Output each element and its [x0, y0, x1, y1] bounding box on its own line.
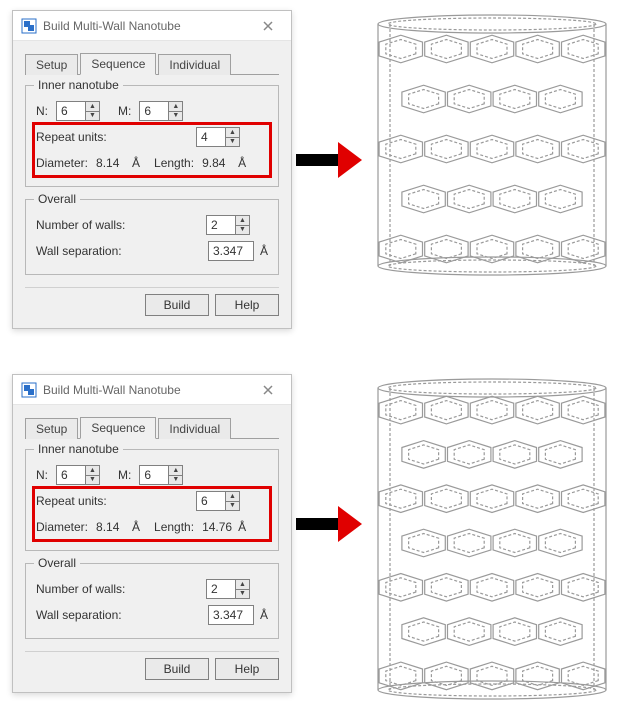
tabstrip: Setup Sequence Individual — [25, 51, 279, 75]
n-input[interactable]: 6 ▲▼ — [56, 465, 100, 485]
app-icon — [21, 382, 37, 398]
tab-individual[interactable]: Individual — [158, 418, 231, 439]
m-label: M: — [118, 104, 131, 118]
arrow-icon — [296, 140, 362, 180]
tab-sequence[interactable]: Sequence — [80, 53, 156, 75]
sep-label: Wall separation: — [36, 608, 122, 622]
n-label: N: — [36, 104, 48, 118]
length-label: Length: — [154, 156, 194, 170]
tab-individual[interactable]: Individual — [158, 54, 231, 75]
length-value: 14.76 — [202, 520, 238, 534]
build-nanotube-dialog: Build Multi-Wall Nanotube Setup Sequence… — [12, 10, 292, 329]
inner-legend: Inner nanotube — [34, 442, 123, 456]
diameter-value: 8.14 — [96, 520, 132, 534]
build-button[interactable]: Build — [145, 658, 209, 680]
spinner-arrows-icon[interactable]: ▲▼ — [85, 102, 99, 120]
tab-setup[interactable]: Setup — [25, 418, 78, 439]
nanotube-preview — [368, 10, 616, 280]
tabstrip: Setup Sequence Individual — [25, 415, 279, 439]
m-input[interactable]: 6 ▲▼ — [139, 101, 183, 121]
overall-group: Overall Number of walls: 2 ▲▼ Wall separ… — [25, 563, 279, 639]
unit: Å — [238, 520, 246, 534]
overall-legend: Overall — [34, 556, 80, 570]
overall-legend: Overall — [34, 192, 80, 206]
spinner-arrows-icon[interactable]: ▲▼ — [235, 580, 249, 598]
help-button[interactable]: Help — [215, 294, 279, 316]
n-label: N: — [36, 468, 48, 482]
spinner-arrows-icon[interactable]: ▲▼ — [225, 128, 239, 146]
spinner-arrows-icon[interactable]: ▲▼ — [235, 216, 249, 234]
spinner-arrows-icon[interactable]: ▲▼ — [168, 102, 182, 120]
repeat-input[interactable]: 6 ▲▼ — [196, 491, 240, 511]
unit: Å — [132, 520, 140, 534]
overall-group: Overall Number of walls: 2 ▲▼ Wall separ… — [25, 199, 279, 275]
repeat-label: Repeat units: — [36, 130, 107, 144]
nanotube-preview — [368, 374, 616, 704]
spinner-arrows-icon[interactable]: ▲▼ — [85, 466, 99, 484]
repeat-label: Repeat units: — [36, 494, 107, 508]
separation-input[interactable]: 3.347 — [208, 605, 254, 625]
walls-label: Number of walls: — [36, 218, 125, 232]
tab-sequence[interactable]: Sequence — [80, 417, 156, 439]
titlebar[interactable]: Build Multi-Wall Nanotube — [13, 11, 291, 41]
m-label: M: — [118, 468, 131, 482]
diameter-label: Diameter: — [36, 520, 88, 534]
walls-input[interactable]: 2 ▲▼ — [206, 579, 250, 599]
dialog-title: Build Multi-Wall Nanotube — [43, 19, 253, 33]
help-button[interactable]: Help — [215, 658, 279, 680]
walls-label: Number of walls: — [36, 582, 125, 596]
tab-setup[interactable]: Setup — [25, 54, 78, 75]
unit: Å — [132, 156, 140, 170]
inner-nanotube-group: Inner nanotube N: 6 ▲▼ M: 6 ▲▼ — [25, 449, 279, 551]
diameter-value: 8.14 — [96, 156, 132, 170]
inner-nanotube-group: Inner nanotube N: 6 ▲▼ M: 6 ▲▼ — [25, 85, 279, 187]
dialog-title: Build Multi-Wall Nanotube — [43, 383, 253, 397]
m-input[interactable]: 6 ▲▼ — [139, 465, 183, 485]
close-button[interactable] — [253, 375, 283, 405]
n-input[interactable]: 6 ▲▼ — [56, 101, 100, 121]
walls-input[interactable]: 2 ▲▼ — [206, 215, 250, 235]
build-nanotube-dialog: Build Multi-Wall Nanotube Setup Sequence… — [12, 374, 292, 693]
build-button[interactable]: Build — [145, 294, 209, 316]
app-icon — [21, 18, 37, 34]
sep-label: Wall separation: — [36, 244, 122, 258]
unit: Å — [260, 608, 268, 622]
repeat-input[interactable]: 4 ▲▼ — [196, 127, 240, 147]
unit: Å — [260, 244, 268, 258]
inner-legend: Inner nanotube — [34, 78, 123, 92]
close-button[interactable] — [253, 11, 283, 41]
unit: Å — [238, 156, 246, 170]
arrow-icon — [296, 504, 362, 544]
length-label: Length: — [154, 520, 194, 534]
diameter-label: Diameter: — [36, 156, 88, 170]
separation-input[interactable]: 3.347 — [208, 241, 254, 261]
spinner-arrows-icon[interactable]: ▲▼ — [225, 492, 239, 510]
length-value: 9.84 — [202, 156, 238, 170]
spinner-arrows-icon[interactable]: ▲▼ — [168, 466, 182, 484]
titlebar[interactable]: Build Multi-Wall Nanotube — [13, 375, 291, 405]
